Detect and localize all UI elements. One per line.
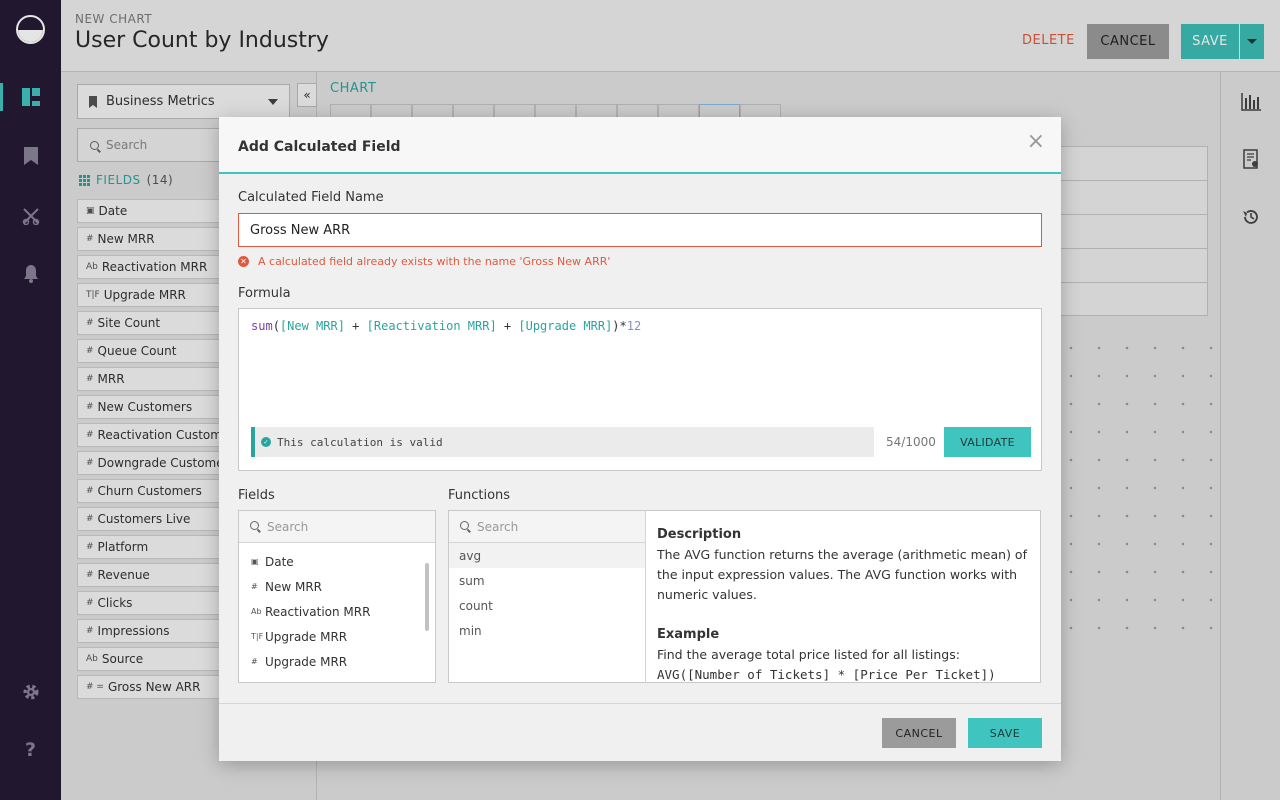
example-code: AVG([Number of Tickets] * [Price Per Tic… — [657, 667, 996, 682]
modal-cancel-button[interactable]: CANCEL — [882, 718, 956, 748]
error-icon: ✕ — [238, 256, 249, 267]
field-label: Upgrade MRR — [265, 629, 348, 644]
functions-list-panel: Search avg sum count min — [449, 511, 646, 682]
formula-label: Formula — [238, 286, 291, 301]
field-type-icon: Ab — [251, 607, 262, 616]
modal-title: Add Calculated Field — [238, 139, 401, 155]
modal-footer: CANCEL SAVE — [219, 703, 1061, 761]
field-label: Upgrade MRR — [265, 654, 348, 669]
modal-header: Add Calculated Field × — [219, 117, 1061, 174]
check-icon: ✓ — [261, 437, 271, 447]
formula-text[interactable]: sum([New MRR] + [Reactivation MRR] + [Up… — [251, 319, 641, 333]
list-item[interactable]: T|F Upgrade MRR — [239, 624, 425, 649]
search-icon — [460, 521, 469, 530]
field-name-label: Calculated Field Name — [238, 190, 384, 205]
add-calculated-field-modal: Add Calculated Field × Calculated Field … — [219, 117, 1061, 761]
validate-button[interactable]: VALIDATE — [944, 427, 1031, 457]
field-label: Date — [265, 554, 294, 569]
search-placeholder: Search — [267, 519, 309, 534]
functions-picker: Search avg sum count min Description The AV… — [448, 510, 1041, 683]
list-item[interactable]: ▣ Date — [239, 549, 425, 574]
modal-save-button[interactable]: SAVE — [968, 718, 1042, 748]
list-item[interactable]: # Upgrade MRR — [239, 649, 425, 674]
scrollbar[interactable] — [425, 563, 429, 631]
field-type-icon: # — [251, 657, 258, 666]
functions-section-label: Functions — [448, 488, 511, 503]
search-icon — [250, 521, 259, 530]
search-placeholder: Search — [477, 519, 519, 534]
fields-search-input[interactable]: Search — [239, 511, 435, 543]
field-label: New MRR — [265, 579, 323, 594]
function-item[interactable]: count — [449, 593, 645, 618]
validation-status: ✓ This calculation is valid — [251, 427, 874, 457]
field-type-icon: # — [251, 582, 258, 591]
example-text: Find the average total price listed for … — [657, 647, 960, 662]
function-item[interactable]: min — [449, 618, 645, 643]
character-count: 54/1000 — [886, 435, 936, 449]
formula-editor[interactable]: sum([New MRR] + [Reactivation MRR] + [Up… — [238, 308, 1042, 471]
description-heading: Description — [657, 527, 742, 542]
fields-picker: Search ▣ Date # New MRR Ab Reactivation MRR T|… — [238, 510, 436, 683]
fields-picker-list: ▣ Date # New MRR Ab Reactivation MRR T|F Upgrad… — [239, 549, 425, 674]
function-item[interactable]: sum — [449, 568, 645, 593]
field-type-icon: T|F — [251, 632, 264, 641]
example-heading: Example — [657, 627, 720, 642]
field-label: Reactivation MRR — [265, 604, 371, 619]
fields-section-label: Fields — [238, 488, 275, 503]
validation-text: This calculation is valid — [277, 435, 443, 449]
field-name-input[interactable]: Gross New ARR — [238, 213, 1042, 247]
error-text: A calculated field already exists with t… — [258, 255, 611, 268]
functions-search-input[interactable]: Search — [449, 511, 645, 543]
name-error-message: ✕ A calculated field already exists with… — [238, 255, 610, 268]
list-item[interactable]: Ab Reactivation MRR — [239, 599, 425, 624]
functions-list: avg sum count min — [449, 543, 645, 643]
description-text: The AVG function returns the average (ar… — [657, 547, 1027, 602]
close-icon[interactable]: × — [1027, 131, 1045, 153]
function-description: Description The AVG function returns the… — [657, 525, 1029, 682]
field-type-icon: ▣ — [251, 557, 259, 566]
list-item[interactable]: # New MRR — [239, 574, 425, 599]
function-item[interactable]: avg — [449, 543, 645, 568]
